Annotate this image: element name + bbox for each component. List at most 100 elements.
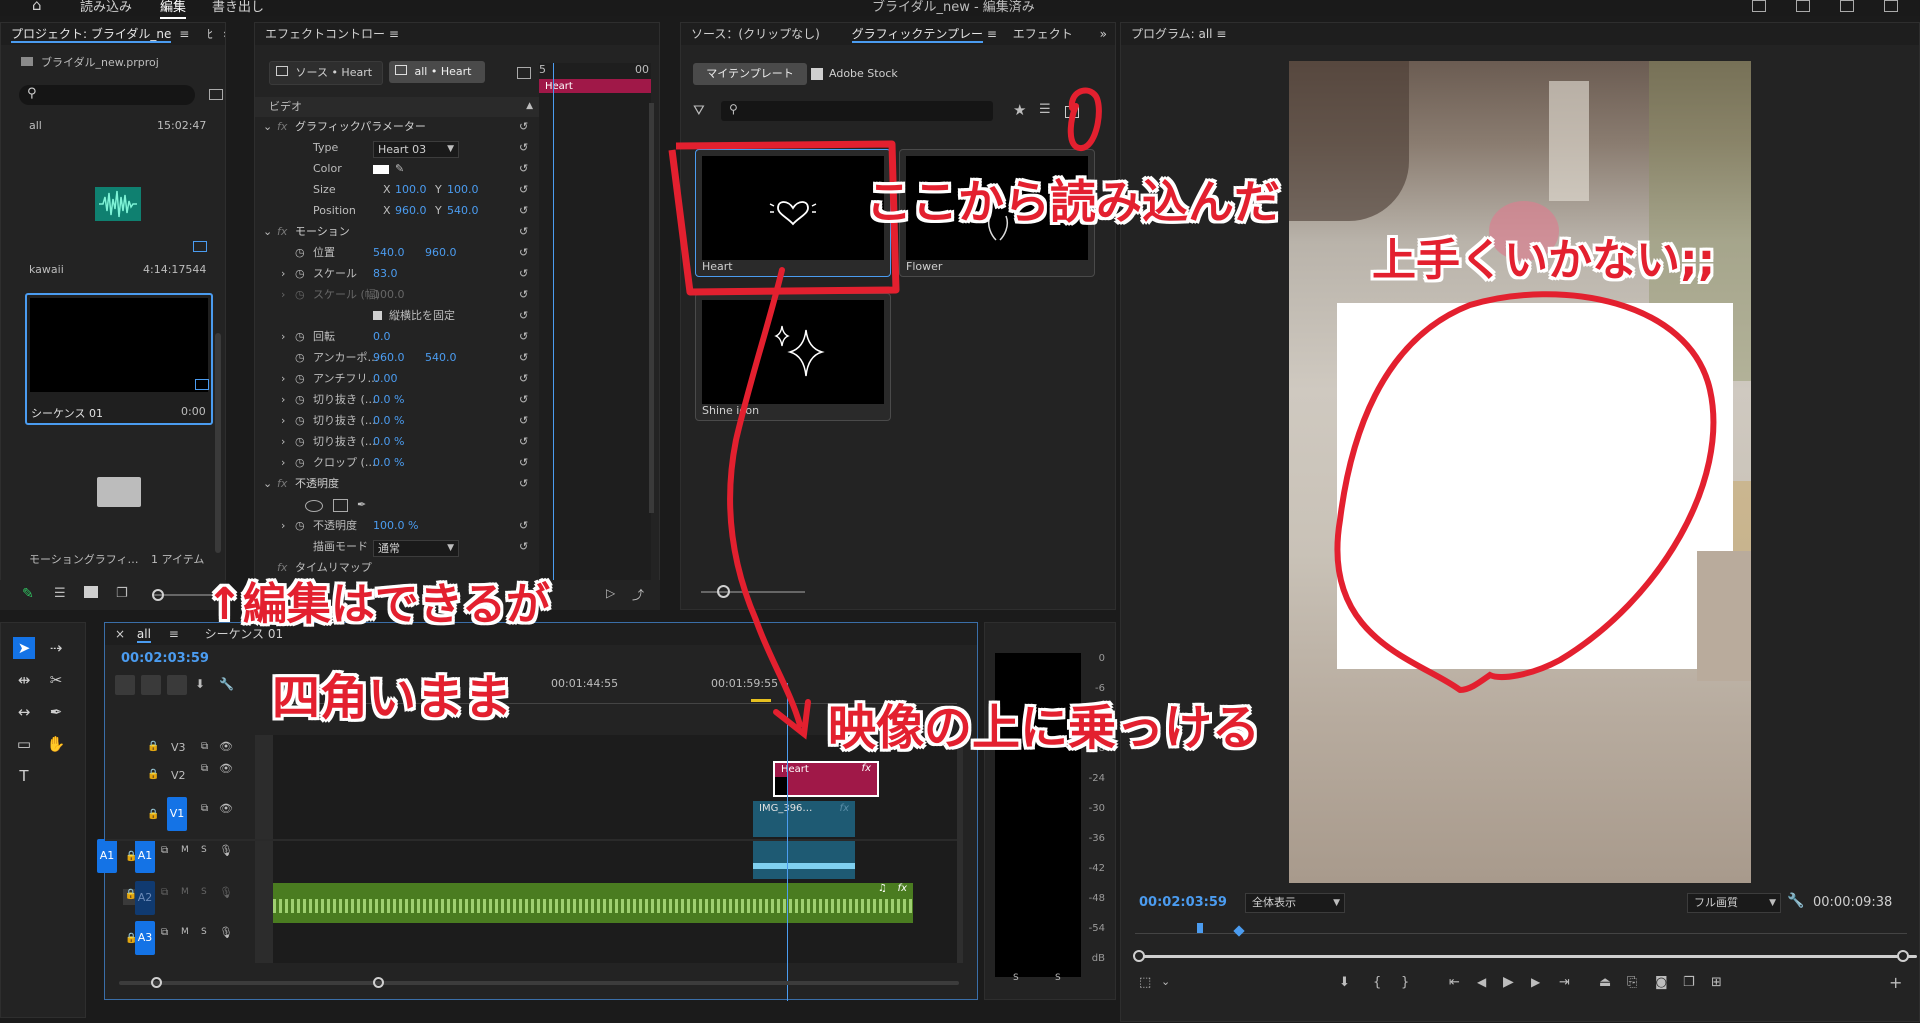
icon-view-icon[interactable] <box>84 586 98 598</box>
zoom-handle-right[interactable] <box>1897 950 1909 962</box>
zoom-scrollbar[interactable] <box>1135 955 1917 958</box>
template-card-heart[interactable]: Heart <box>695 149 891 277</box>
graphic-params-row[interactable]: ⌄ fx グラフィックパラメーター ↺ <box>255 117 539 137</box>
sort-icon[interactable]: ☰ <box>1039 102 1051 117</box>
reset-icon[interactable]: ↺ <box>519 516 528 536</box>
play-audio-icon[interactable]: ▷ <box>606 586 615 600</box>
stopwatch-icon[interactable]: ◷ <box>295 285 305 305</box>
add-button-icon[interactable]: + <box>1889 973 1902 992</box>
project-tab2[interactable]: ﾋ <box>207 27 213 41</box>
work-area-bar[interactable] <box>751 699 771 702</box>
chevron-right-icon[interactable]: › <box>281 390 285 410</box>
program-tab[interactable]: プログラム: all <box>1131 27 1213 41</box>
mic-icon[interactable]: 🎙 <box>219 926 233 939</box>
clip-audio-bgm[interactable]: ♫ fx <box>273 883 913 923</box>
stopwatch-icon[interactable]: ◷ <box>295 453 305 473</box>
antiflicker-value[interactable]: 0.00 <box>373 369 398 389</box>
solo-left[interactable]: S <box>1013 973 1019 983</box>
pencil-icon[interactable]: ✎ <box>22 586 34 602</box>
stopwatch-icon[interactable]: ◷ <box>295 432 305 452</box>
reset-icon[interactable]: ↺ <box>519 306 528 326</box>
reset-icon[interactable]: ↺ <box>519 159 528 179</box>
razor-icon[interactable]: ✂ <box>45 669 67 691</box>
mic-icon[interactable]: 🎙 <box>219 844 233 857</box>
template-search-input[interactable] <box>721 101 993 121</box>
mute-button[interactable]: M <box>181 887 189 897</box>
reset-icon[interactable]: ↺ <box>519 474 528 494</box>
anchor-x-value[interactable]: 960.0 <box>373 348 405 368</box>
track-a1-target[interactable]: A1 <box>135 839 155 873</box>
sync-lock-icon[interactable]: ⧉ <box>201 803 208 814</box>
sync-lock-icon[interactable]: ⧉ <box>201 741 208 752</box>
timeline-playhead[interactable] <box>787 683 788 1001</box>
eye-icon[interactable]: 👁 <box>219 802 233 815</box>
rectangle-tool-icon[interactable]: ▭ <box>13 733 35 755</box>
motion-row[interactable]: ⌄ fx モーション ↺ <box>255 222 539 242</box>
stopwatch-icon[interactable]: ◷ <box>295 369 305 389</box>
crop-top-value[interactable]: 0.0 % <box>373 411 404 431</box>
zoom-slider-handle[interactable] <box>152 589 164 601</box>
fullscreen-icon[interactable] <box>1884 0 1898 12</box>
nest-icon[interactable] <box>115 675 135 695</box>
sync-lock-icon[interactable]: ⧉ <box>161 845 168 856</box>
program-video-frame[interactable] <box>1289 61 1751 883</box>
project-tab[interactable]: プロジェクト: ブライダル_ne <box>11 27 172 43</box>
go-to-out-icon[interactable]: ⇥ <box>1559 975 1570 990</box>
quality-dropdown[interactable]: フル画質 ▼ <box>1687 893 1781 913</box>
play-icon[interactable]: ▶ <box>1503 974 1514 990</box>
position-x-value[interactable]: 960.0 <box>395 201 427 221</box>
chevron-down-icon[interactable]: ⌄ <box>263 474 272 494</box>
white-square-graphic[interactable] <box>1337 303 1733 669</box>
scale-value[interactable]: 83.0 <box>373 264 398 284</box>
stopwatch-icon[interactable]: ◷ <box>295 411 305 431</box>
safe-margins-icon[interactable]: ⬚ <box>1139 975 1151 990</box>
project-search-input[interactable] <box>19 85 195 105</box>
tab-source[interactable]: ソース：(クリップなし) <box>691 27 820 41</box>
chevron-down-icon[interactable]: ⌄ <box>263 117 272 137</box>
project-item-name[interactable]: モーショングラフィ… <box>29 551 139 567</box>
snap-icon[interactable] <box>141 675 161 695</box>
step-forward-icon[interactable]: ▶ <box>1531 975 1540 989</box>
uniform-scale-checkbox[interactable] <box>373 311 382 320</box>
mark-out-icon[interactable]: } <box>1401 975 1409 990</box>
tab-import[interactable]: 読み込み <box>80 0 132 15</box>
bin-folder-icon[interactable] <box>97 477 141 507</box>
filter-icon[interactable]: ⛛ <box>693 103 705 119</box>
clip-heart[interactable]: Heart fx <box>773 761 879 797</box>
eye-icon[interactable]: 👁 <box>219 762 233 775</box>
type-tool-icon[interactable]: T <box>13 765 35 787</box>
mark-in-icon[interactable]: { <box>1373 975 1381 990</box>
hscroll-handle-right[interactable] <box>373 977 384 988</box>
blend-mode-dropdown[interactable]: 通常 ▼ <box>373 540 459 557</box>
project-scrollbar[interactable] <box>215 333 221 553</box>
stopwatch-icon[interactable]: ◷ <box>295 264 305 284</box>
solo-button[interactable]: S <box>201 927 207 937</box>
solo-button[interactable]: S <box>201 845 207 855</box>
timeline-hscroll[interactable] <box>119 981 959 985</box>
eyedropper-icon[interactable]: ✎ <box>395 159 404 179</box>
list-view-icon[interactable]: ☰ <box>54 586 66 601</box>
linked-selection-icon[interactable] <box>167 675 187 695</box>
chevron-right-icon[interactable]: › <box>281 453 285 473</box>
camera-icon[interactable]: ◙ <box>1655 975 1668 990</box>
pen-mask-icon[interactable]: ✒ <box>357 495 366 515</box>
reset-icon[interactable]: ↺ <box>519 222 528 242</box>
crop-right-value[interactable]: 0.0 % <box>373 432 404 452</box>
tab-effects[interactable]: エフェクト <box>1013 27 1073 41</box>
opacity-value[interactable]: 100.0 % <box>373 516 418 536</box>
rectangle-mask-icon[interactable] <box>333 499 348 512</box>
sequence-clip-tab[interactable]: all • Heart <box>389 61 485 83</box>
chevron-down-icon[interactable]: ⌄ <box>263 222 272 242</box>
solo-right[interactable]: S <box>1055 973 1061 983</box>
wrench-icon[interactable]: 🔧 <box>1787 893 1804 909</box>
step-back-icon[interactable]: ◀ <box>1477 975 1486 989</box>
toggle-timeline-icon[interactable] <box>517 67 531 79</box>
stopwatch-icon[interactable]: ◷ <box>295 390 305 410</box>
tab-graphic-templates[interactable]: グラフィックテンプレー <box>851 27 983 43</box>
export-frame-icon[interactable]: ⤴ <box>632 586 644 603</box>
workspace-icon[interactable] <box>1752 0 1766 12</box>
source-clip-tab[interactable]: ソース • Heart <box>269 61 383 85</box>
thumb-size-slider-handle[interactable] <box>717 585 730 598</box>
stopwatch-icon[interactable]: ◷ <box>295 348 305 368</box>
type-dropdown[interactable]: Heart 03 ▼ <box>373 141 459 158</box>
